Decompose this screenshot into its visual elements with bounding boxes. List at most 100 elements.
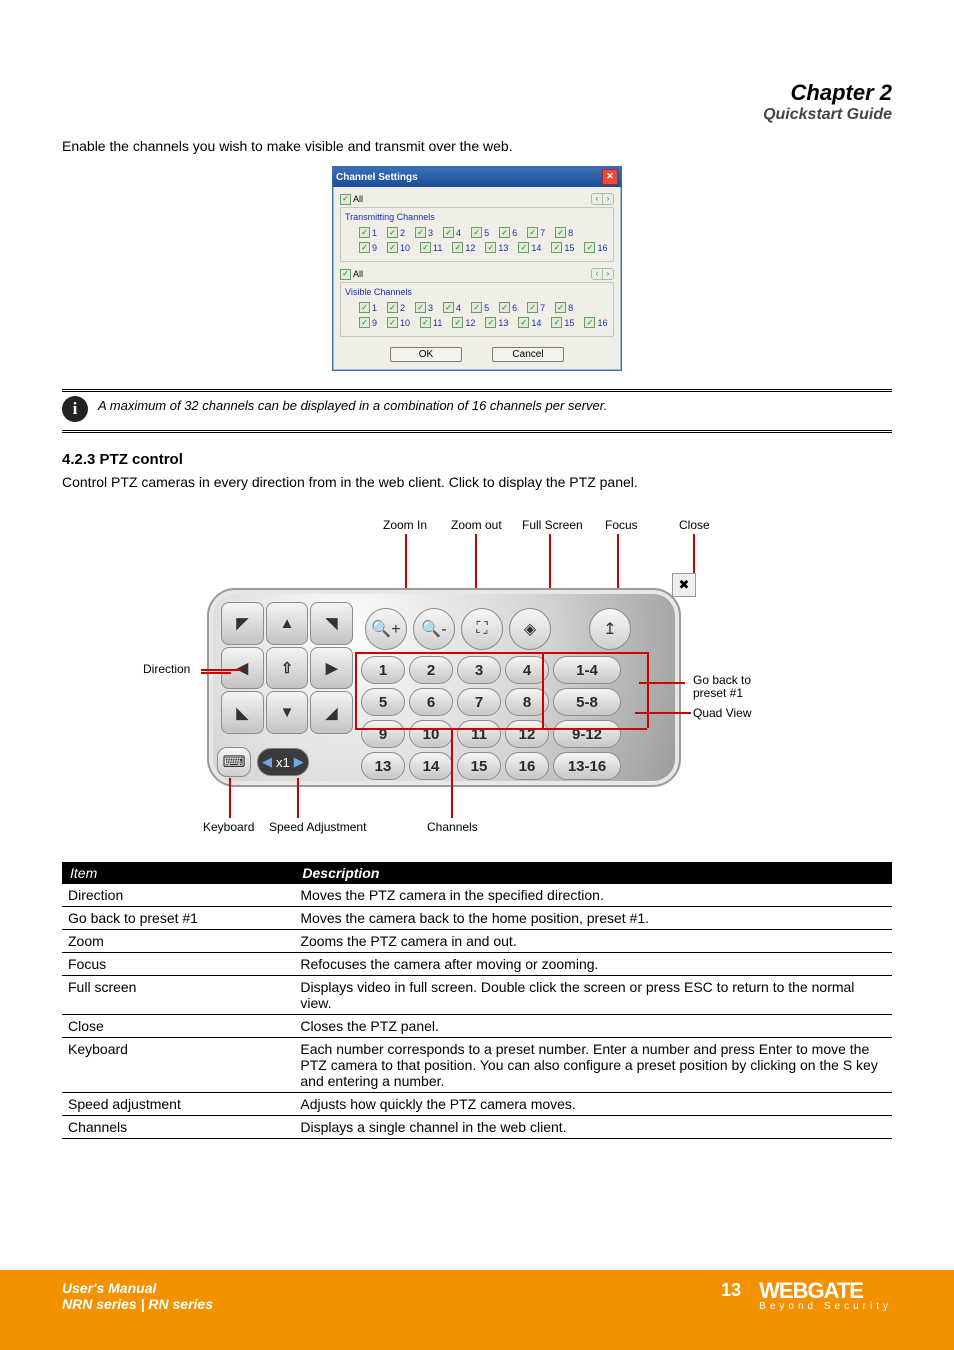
dpad-right[interactable]: ▶ (310, 647, 353, 690)
zoom-in-icon[interactable]: 🔍+ (365, 608, 407, 650)
chk-tx-12[interactable]: 12 (452, 242, 475, 253)
keyboard-icon[interactable]: ⌨ (217, 747, 251, 777)
chk-tx-16[interactable]: 16 (584, 242, 607, 253)
chan-5[interactable]: 5 (361, 688, 405, 716)
chk-tx-6[interactable]: 6 (499, 227, 517, 238)
chk-vis-13[interactable]: 13 (485, 317, 508, 328)
chk-vis-16[interactable]: 16 (584, 317, 607, 328)
chk-vis-2[interactable]: 2 (387, 302, 405, 313)
dpad-up-right[interactable]: ◥ (310, 602, 353, 645)
chk-vis-10[interactable]: 10 (387, 317, 410, 328)
dpad-down-right[interactable]: ◢ (310, 691, 353, 734)
table-row: CloseCloses the PTZ panel. (62, 1015, 892, 1038)
transmitting-channels-row2: 9 10 11 12 13 14 15 16 (345, 240, 609, 255)
brand-logo-text: WEBGATE (759, 1280, 892, 1302)
nav-prev-next-visible[interactable]: ‹› (591, 268, 614, 280)
chk-tx-8[interactable]: 8 (555, 227, 573, 238)
chapter-label: Chapter 2 (62, 80, 892, 106)
label-go-back: Go back to preset #1 (693, 674, 751, 700)
page-number: 13 (721, 1280, 741, 1301)
channel-settings-dialog: Channel Settings ✕ All ‹› Transmitting C… (332, 166, 622, 371)
chk-vis-9[interactable]: 9 (359, 317, 377, 328)
group-label-transmitting: Transmitting Channels (345, 212, 609, 222)
dialog-title-text: Channel Settings (336, 172, 418, 183)
chan-13[interactable]: 13 (361, 752, 405, 780)
table-row: ChannelsDisplays a single channel in the… (62, 1116, 892, 1139)
all-checkbox-visible[interactable]: All (340, 269, 363, 280)
dialog-close-button[interactable]: ✕ (602, 169, 618, 185)
label-keyboard: Keyboard (203, 820, 254, 835)
chan-10[interactable]: 10 (409, 720, 453, 748)
chan-11[interactable]: 11 (457, 720, 501, 748)
chk-vis-3[interactable]: 3 (415, 302, 433, 313)
nav-prev-next-transmitting[interactable]: ‹› (591, 193, 614, 205)
chan-7[interactable]: 7 (457, 688, 501, 716)
label-close: Close (679, 518, 710, 533)
visible-channels-row1: 1 2 3 4 5 6 7 8 (345, 300, 609, 315)
chan-9[interactable]: 9 (361, 720, 405, 748)
focus-icon[interactable]: ◈ (509, 608, 551, 650)
speed-value: x1 (276, 755, 290, 770)
dialog-ok-button[interactable]: OK (390, 347, 462, 362)
full-screen-icon[interactable]: ⛶ (461, 608, 503, 650)
speed-up-icon[interactable]: ▶ (294, 754, 304, 770)
th-item: Item (62, 862, 294, 884)
speed-down-icon[interactable]: ◀ (262, 754, 272, 770)
chk-tx-15[interactable]: 15 (551, 242, 574, 253)
chk-vis-11[interactable]: 11 (420, 317, 442, 328)
chan-2[interactable]: 2 (409, 656, 453, 684)
dpad-up[interactable]: ▲ (266, 602, 309, 645)
chan-3[interactable]: 3 (457, 656, 501, 684)
dpad-up-left[interactable]: ◤ (221, 602, 264, 645)
chk-tx-5[interactable]: 5 (471, 227, 489, 238)
quad-1-4[interactable]: 1-4 (553, 656, 621, 684)
chapter-subtitle: Quickstart Guide (62, 106, 892, 124)
dialog-intro-text: Enable the channels you wish to make vis… (62, 138, 892, 154)
info-icon: i (62, 396, 88, 422)
chk-vis-12[interactable]: 12 (452, 317, 475, 328)
chk-tx-11[interactable]: 11 (420, 242, 442, 253)
channel-grid: 1 2 3 4 1-4 5 6 7 8 5-8 9 10 11 12 9-12 … (361, 656, 621, 780)
all-checkbox-transmitting[interactable]: All (340, 194, 363, 205)
chan-1[interactable]: 1 (361, 656, 405, 684)
chk-vis-15[interactable]: 15 (551, 317, 574, 328)
chk-tx-13[interactable]: 13 (485, 242, 508, 253)
chk-tx-3[interactable]: 3 (415, 227, 433, 238)
chk-tx-10[interactable]: 10 (387, 242, 410, 253)
chk-tx-2[interactable]: 2 (387, 227, 405, 238)
chan-16[interactable]: 16 (505, 752, 549, 780)
dpad-left[interactable]: ◀ (221, 647, 264, 690)
label-speed: Speed Adjustment (269, 820, 366, 835)
dpad-home[interactable]: ⇧ (266, 647, 309, 690)
chk-vis-7[interactable]: 7 (527, 302, 545, 313)
chk-vis-6[interactable]: 6 (499, 302, 517, 313)
chan-15[interactable]: 15 (457, 752, 501, 780)
transmitting-channels-row1: 1 2 3 4 5 6 7 8 (345, 225, 609, 240)
speed-adjust[interactable]: ◀ x1 ▶ (257, 748, 309, 776)
home-preset-icon[interactable]: ↥ (589, 608, 631, 650)
chan-14[interactable]: 14 (409, 752, 453, 780)
quad-5-8[interactable]: 5-8 (553, 688, 621, 716)
chk-tx-4[interactable]: 4 (443, 227, 461, 238)
chk-tx-1[interactable]: 1 (359, 227, 377, 238)
ptz-panel-body: ✖ ◤ ▲ ◥ ◀ ⇧ ▶ ◣ ▼ ◢ 🔍+ 🔍- ⛶ ◈ ↥ (207, 588, 681, 787)
page-header: Chapter 2 Quickstart Guide (62, 80, 892, 124)
chk-vis-5[interactable]: 5 (471, 302, 489, 313)
chk-vis-1[interactable]: 1 (359, 302, 377, 313)
label-quad: Quad View (693, 706, 751, 721)
chk-vis-14[interactable]: 14 (518, 317, 541, 328)
chk-tx-14[interactable]: 14 (518, 242, 541, 253)
chk-tx-7[interactable]: 7 (527, 227, 545, 238)
chk-vis-8[interactable]: 8 (555, 302, 573, 313)
chan-6[interactable]: 6 (409, 688, 453, 716)
chk-vis-4[interactable]: 4 (443, 302, 461, 313)
table-row: FocusRefocuses the camera after moving o… (62, 953, 892, 976)
quad-13-16[interactable]: 13-16 (553, 752, 621, 780)
quad-9-12[interactable]: 9-12 (553, 720, 621, 748)
chk-tx-9[interactable]: 9 (359, 242, 377, 253)
dpad-down[interactable]: ▼ (266, 691, 309, 734)
close-icon[interactable]: ✖ (672, 573, 696, 597)
dpad-down-left[interactable]: ◣ (221, 691, 264, 734)
dialog-cancel-button[interactable]: Cancel (492, 347, 564, 362)
zoom-out-icon[interactable]: 🔍- (413, 608, 455, 650)
